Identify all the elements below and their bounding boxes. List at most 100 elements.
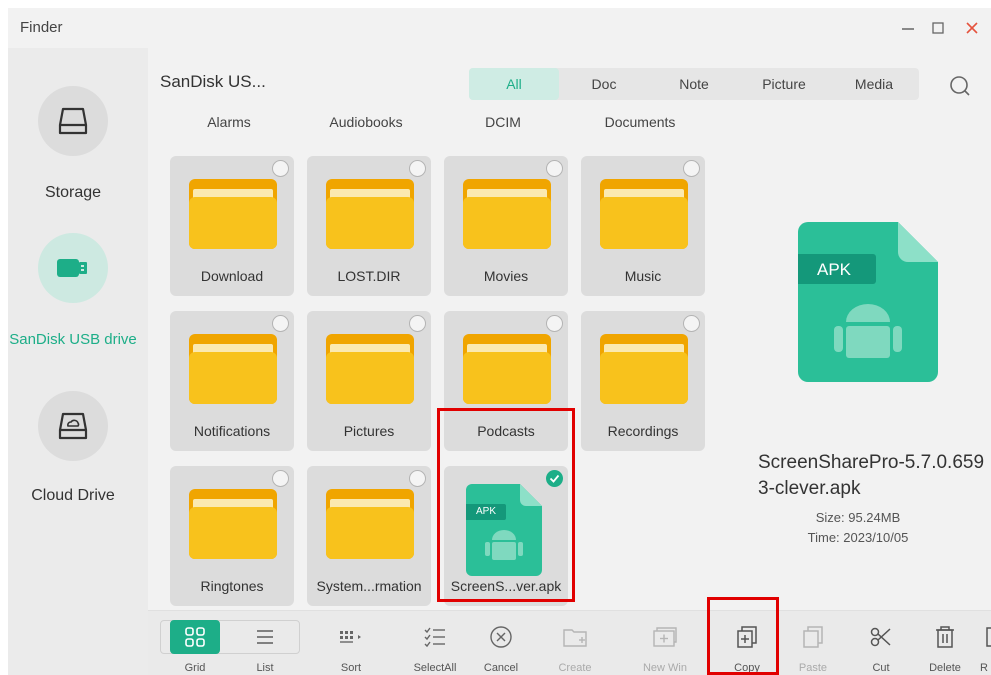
file-grid: Alarms Audiobooks DCIM Documents Downloa… [148,112,728,632]
sidebar-item-label: SanDisk USB drive [9,331,137,348]
select-all-button[interactable]: SelectAll [402,617,468,674]
tab-all[interactable]: All [469,68,559,100]
folder-icon [326,334,414,404]
cloud-drive-icon [38,391,108,461]
cut-button[interactable]: Cut [848,617,914,674]
folder-icon [600,179,688,249]
select-checkbox[interactable] [272,160,289,177]
select-checkbox[interactable] [272,470,289,487]
sidebar-item-cloud-drive[interactable]: Cloud Drive [8,381,148,521]
preview-time: Time: 2023/10/05 [807,530,909,545]
toolbar-label: List [256,662,274,674]
tile-label: Recordings [607,423,679,439]
folder-tile[interactable]: Movies [444,156,568,296]
select-checkbox[interactable] [409,470,426,487]
sidebar: Storage SanDisk USB drive Cloud Drive [8,48,148,675]
folder-icon [463,179,551,249]
maximize-button[interactable] [926,16,950,40]
apk-file-tile[interactable]: APK ScreenS...ver.apk [444,466,568,606]
usb-drive-icon [38,233,108,303]
select-checkbox[interactable] [683,315,700,332]
tile-label: Download [200,268,264,284]
tile-label: ScreenS...ver.apk [450,578,562,594]
toolbar-label: Cut [872,662,890,674]
header: SanDisk US... All Doc Note Picture Media [148,48,991,112]
grid-icon [170,620,220,654]
search-button[interactable] [948,74,972,98]
apk-file-icon [798,222,938,382]
select-checkbox[interactable] [546,160,563,177]
folder-tile[interactable]: Notifications [170,311,294,451]
close-icon [966,22,978,34]
sidebar-item-label: Cloud Drive [31,487,115,504]
toolbar-label: Cancel [483,662,519,674]
folder-icon [463,334,551,404]
folder-tile[interactable]: Recordings [581,311,705,451]
rename-icon [964,620,991,654]
tab-doc[interactable]: Doc [559,68,649,100]
selected-check[interactable] [546,470,563,487]
folder-icon [326,489,414,559]
folder-icon [189,489,277,559]
create-folder-icon [542,620,608,654]
cut-icon [848,620,914,654]
main-panel: SanDisk US... All Doc Note Picture Media… [148,48,991,675]
tab-picture[interactable]: Picture [739,68,829,100]
toolbar-label: SelectAll [413,662,457,674]
list-button[interactable]: List [232,617,298,674]
copy-button[interactable]: Copy [714,617,780,674]
cancel-button[interactable]: Cancel [468,617,534,674]
folder-tile[interactable]: Music [581,156,705,296]
folder-icon [189,334,277,404]
toolbar-label: Create [558,662,592,674]
title-bar: Finder [8,8,991,48]
folder-tile[interactable]: System...rmation [307,466,431,606]
select-checkbox[interactable] [272,315,289,332]
grid-item-name[interactable]: Alarms [163,114,295,130]
sidebar-item-storage[interactable]: Storage [8,78,148,218]
maximize-icon [932,22,944,34]
tile-label: Podcasts [477,423,535,439]
select-checkbox[interactable] [409,160,426,177]
create-button[interactable]: Create [542,617,608,674]
select-checkbox[interactable] [409,315,426,332]
preview-size: Size: 95.24MB [815,510,901,525]
tile-label: LOST.DIR [337,268,401,284]
grid-button[interactable]: Grid [162,617,228,674]
select-all-icon [402,620,468,654]
tab-note[interactable]: Note [649,68,739,100]
sort-button[interactable]: Sort [318,617,384,674]
filter-tabs: All Doc Note Picture Media [469,68,919,100]
apk-badge-small: APK [475,506,496,517]
cancel-icon [468,620,534,654]
close-button[interactable] [960,16,984,40]
grid-item-name[interactable]: DCIM [437,114,569,130]
apk-badge-large: APK [816,260,852,279]
finder-window: Finder Storage SanDisk USB drive Cloud D… [8,8,991,675]
toolbar-label: Paste [798,662,828,674]
preview-panel: APK ScreenSharePro-5.7.0.6593-clever.apk… [728,112,991,632]
copy-icon [714,620,780,654]
folder-tile[interactable]: Podcasts [444,311,568,451]
toolbar-label: Copy [734,662,760,674]
list-icon [232,620,298,654]
folder-tile[interactable]: Pictures [307,311,431,451]
select-checkbox[interactable] [546,315,563,332]
minimize-button[interactable] [896,16,920,40]
search-icon [950,76,970,96]
folder-tile[interactable]: Ringtones [170,466,294,606]
folder-tile[interactable]: Download [170,156,294,296]
hard-drive-icon [38,86,108,156]
toolbar-label: New Win [642,662,687,674]
new-window-button[interactable]: New Win [632,617,698,674]
tab-media[interactable]: Media [829,68,919,100]
rename-button[interactable]: R [964,617,991,673]
toolbar-label: R [980,662,988,673]
sidebar-item-sandisk-usb[interactable]: SanDisk USB drive [8,228,148,368]
select-checkbox[interactable] [683,160,700,177]
grid-item-name[interactable]: Documents [574,114,706,130]
sidebar-item-label: Storage [44,184,102,201]
folder-tile[interactable]: LOST.DIR [307,156,431,296]
grid-item-name[interactable]: Audiobooks [300,114,432,130]
paste-button[interactable]: Paste [780,617,846,674]
